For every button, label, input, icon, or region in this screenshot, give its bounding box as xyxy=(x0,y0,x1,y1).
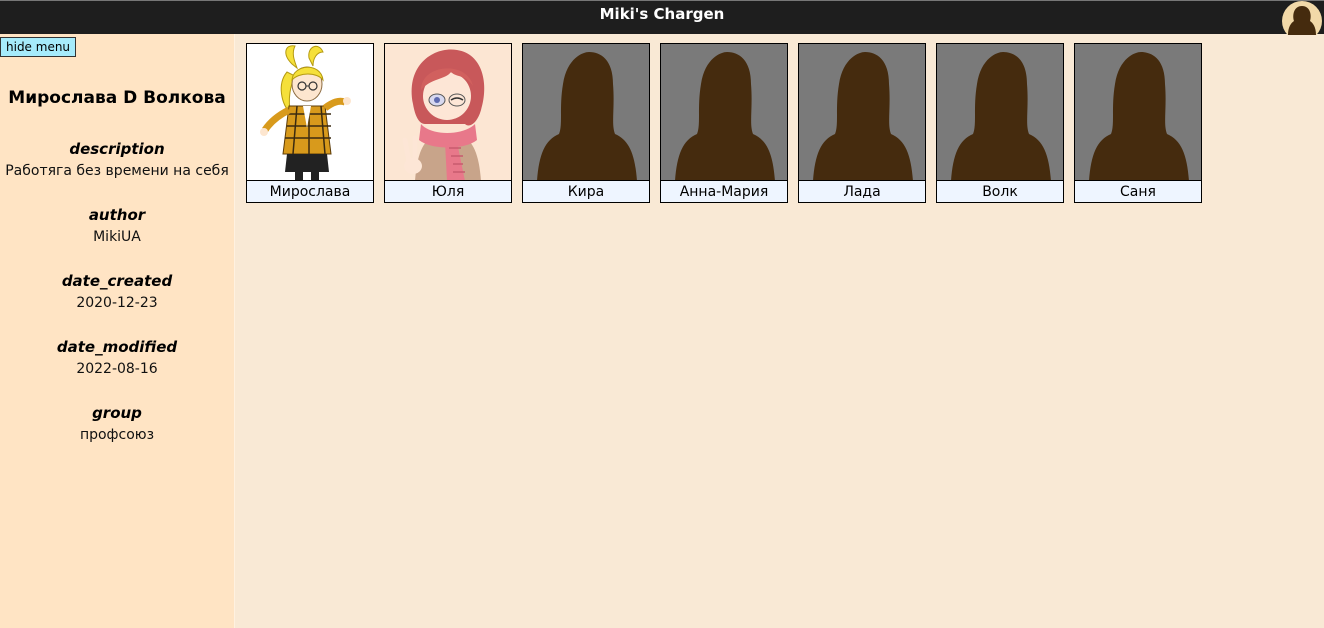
character-name: Лада xyxy=(799,180,925,202)
field-label: author xyxy=(88,206,146,224)
anime-girl-pink-scarf-icon xyxy=(385,44,511,181)
character-card-miroslava[interactable]: Мирослава xyxy=(246,43,374,203)
character-card-lada[interactable]: Лада xyxy=(798,43,926,203)
field-value: профсоюз xyxy=(79,427,155,443)
character-card-sanya[interactable]: Саня xyxy=(1074,43,1202,203)
silhouette-placeholder-icon xyxy=(799,44,925,181)
field-value: Работяга без времени на себя xyxy=(5,163,229,179)
silhouette-placeholder-icon xyxy=(1075,44,1201,181)
field-author: author MikiUA xyxy=(0,204,234,248)
character-title: Мирослава D Волкова xyxy=(8,88,226,108)
character-name: Юля xyxy=(385,180,511,202)
character-card-kira[interactable]: Кира xyxy=(522,43,650,203)
hide-menu-button[interactable]: hide menu xyxy=(0,37,77,57)
character-name: Волк xyxy=(937,180,1063,202)
field-group: group профсоюз xyxy=(0,402,234,446)
top-bar: Miki's Chargen xyxy=(0,0,1324,41)
character-card-volk[interactable]: Волк xyxy=(936,43,1064,203)
silhouette-placeholder-icon xyxy=(523,44,649,181)
field-label: date_created xyxy=(61,272,173,290)
sidebar: hide menu Мирослава D Волкова descriptio… xyxy=(0,34,235,628)
character-card-yulia[interactable]: Юля xyxy=(384,43,512,203)
silhouette-placeholder-icon xyxy=(937,44,1063,181)
character-name: Саня xyxy=(1075,180,1201,202)
character-name: Анна-Мария xyxy=(661,180,787,202)
user-avatar-icon[interactable] xyxy=(1280,1,1324,41)
field-value: MikiUA xyxy=(93,229,141,245)
character-name: Кира xyxy=(523,180,649,202)
character-card-anna-maria[interactable]: Анна-Мария xyxy=(660,43,788,203)
character-name: Мирослава xyxy=(247,180,373,202)
field-label: date_modified xyxy=(56,338,178,356)
field-label: description xyxy=(69,140,165,158)
field-description: description Работяга без времени на себя xyxy=(0,138,234,182)
field-value: 2022-08-16 xyxy=(76,361,158,377)
field-value: 2020-12-23 xyxy=(76,295,158,311)
silhouette-placeholder-icon xyxy=(661,44,787,181)
field-date-modified: date_modified 2022-08-16 xyxy=(0,336,234,380)
field-label: group xyxy=(92,404,142,422)
field-date-created: date_created 2020-12-23 xyxy=(0,270,234,314)
anime-girl-blonde-plaid-icon xyxy=(247,44,373,181)
app-title: Miki's Chargen xyxy=(599,5,725,23)
